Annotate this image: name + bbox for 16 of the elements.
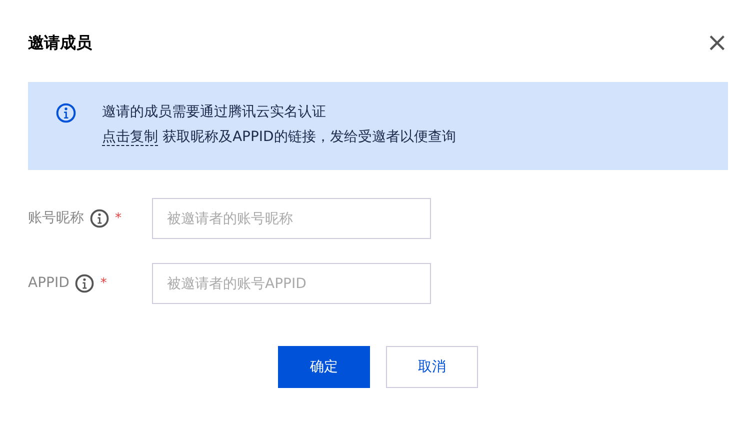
close-button[interactable]: × (702, 30, 728, 56)
confirm-button[interactable]: 确定 (278, 346, 370, 388)
copy-link[interactable]: 点击复制 (102, 129, 158, 146)
field-label: APPID (28, 274, 70, 293)
notice-text: 点击复制 获取昵称及APPID的链接，发给受邀者以便查询 (102, 128, 456, 148)
input-field[interactable]: 被邀请者的账号APPID (152, 263, 431, 304)
info-icon (56, 103, 76, 123)
info-icon[interactable] (90, 209, 109, 228)
input-field[interactable]: 被邀请者的账号昵称 (152, 198, 431, 239)
required-mark: * (100, 274, 107, 293)
info-icon[interactable] (75, 274, 94, 293)
cancel-button[interactable]: 取消 (386, 346, 478, 388)
field-label: 账号昵称 (28, 209, 84, 228)
notice-text: 邀请的成员需要通过腾讯云实名认证 (102, 103, 327, 122)
dialog-title: 邀请成员 (28, 33, 92, 53)
required-mark: * (115, 210, 122, 228)
